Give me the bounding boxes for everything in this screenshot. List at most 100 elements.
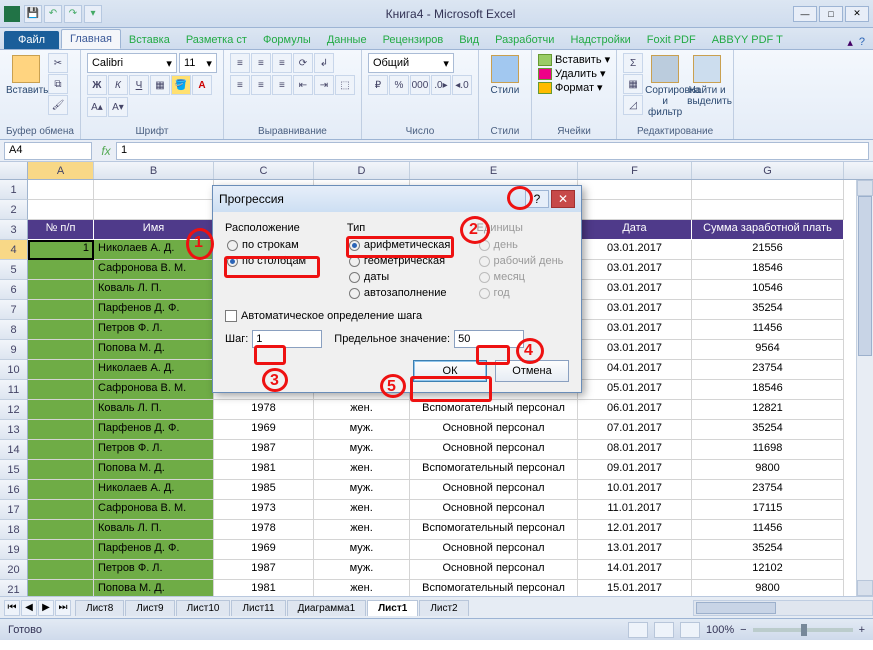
tab-foxit pdf[interactable]: Foxit PDF (639, 31, 704, 49)
cell[interactable]: 13.01.2017 (578, 540, 692, 560)
cell[interactable]: жен. (314, 580, 410, 596)
cell[interactable]: муж. (314, 560, 410, 580)
orientation-icon[interactable]: ⟳ (293, 53, 313, 73)
ribbon-minimize-icon[interactable]: ▴ (847, 36, 853, 49)
cell[interactable]: жен. (314, 400, 410, 420)
cell[interactable] (28, 520, 94, 540)
tab-file[interactable]: Файл (4, 31, 59, 49)
cell[interactable]: Николаев А. Д. (94, 480, 214, 500)
sheet-nav-next-icon[interactable]: ▶ (38, 600, 54, 616)
scroll-up-icon[interactable] (857, 180, 873, 196)
format-cells-button[interactable]: Формат▾ (538, 81, 610, 94)
cell[interactable]: 9800 (692, 580, 844, 596)
cell[interactable]: жен. (314, 500, 410, 520)
cell[interactable]: 11456 (692, 520, 844, 540)
cell[interactable] (28, 300, 94, 320)
scroll-thumb[interactable] (858, 196, 872, 356)
format-painter-icon[interactable]: 🖌 (48, 95, 68, 115)
col-header[interactable]: F (578, 162, 692, 179)
tab-вид[interactable]: Вид (451, 31, 487, 49)
qat-dropdown-icon[interactable]: ▾ (84, 5, 102, 23)
cell[interactable]: Основной персонал (410, 420, 578, 440)
cell[interactable]: Попова М. Д. (94, 340, 214, 360)
wrap-text-icon[interactable]: ↲ (314, 53, 334, 73)
name-box[interactable]: A4 (4, 142, 92, 160)
cell[interactable]: 1987 (214, 440, 314, 460)
underline-button[interactable]: Ч (129, 75, 149, 95)
cell[interactable]: 1981 (214, 460, 314, 480)
sheet-tab[interactable]: Диаграмма1 (287, 600, 367, 616)
tab-формулы[interactable]: Формулы (255, 31, 319, 49)
row-header[interactable]: 10 (0, 360, 28, 380)
qat-redo-icon[interactable]: ↷ (64, 5, 82, 23)
cell[interactable]: Основной персонал (410, 480, 578, 500)
font-color-button[interactable]: A (192, 75, 212, 95)
cell[interactable]: 1969 (214, 420, 314, 440)
cell[interactable]: Попова М. Д. (94, 580, 214, 596)
cell[interactable]: Попова М. Д. (94, 460, 214, 480)
cell[interactable]: Основной персонал (410, 560, 578, 580)
cell[interactable]: 08.01.2017 (578, 440, 692, 460)
cell[interactable]: 1985 (214, 480, 314, 500)
row-header[interactable]: 14 (0, 440, 28, 460)
view-normal-icon[interactable] (628, 622, 648, 638)
radio-by-rows[interactable]: по строкам (225, 238, 331, 252)
cell[interactable] (28, 320, 94, 340)
border-button[interactable]: ▦ (150, 75, 170, 95)
sheet-tab[interactable]: Лист1 (367, 600, 418, 616)
row-header[interactable]: 6 (0, 280, 28, 300)
cell[interactable]: 03.01.2017 (578, 340, 692, 360)
cell[interactable]: 18546 (692, 260, 844, 280)
cell[interactable]: 23754 (692, 480, 844, 500)
cell[interactable]: 03.01.2017 (578, 280, 692, 300)
cell[interactable]: 07.01.2017 (578, 420, 692, 440)
cell[interactable] (28, 500, 94, 520)
align-right-icon[interactable]: ≡ (272, 75, 292, 95)
cell[interactable]: 12.01.2017 (578, 520, 692, 540)
cell[interactable] (28, 480, 94, 500)
zoom-out-icon[interactable]: − (740, 624, 746, 636)
sort-filter-button[interactable]: Сортировка и фильтр (645, 53, 685, 118)
tab-abbyy pdf t[interactable]: ABBYY PDF T (704, 31, 791, 49)
cell[interactable]: 12102 (692, 560, 844, 580)
styles-button[interactable]: Стили (485, 53, 525, 96)
row-header[interactable]: 7 (0, 300, 28, 320)
cell[interactable] (28, 400, 94, 420)
row-header[interactable]: 5 (0, 260, 28, 280)
cell[interactable]: Основной персонал (410, 440, 578, 460)
cell[interactable] (28, 440, 94, 460)
cell[interactable] (28, 360, 94, 380)
bold-button[interactable]: Ж (87, 75, 107, 95)
cell[interactable]: 1987 (214, 560, 314, 580)
cell[interactable]: Основной персонал (410, 540, 578, 560)
cell[interactable]: 06.01.2017 (578, 400, 692, 420)
currency-icon[interactable]: ₽ (368, 75, 388, 95)
sheet-tab[interactable]: Лист9 (125, 600, 174, 616)
align-bot-icon[interactable]: ≡ (272, 53, 292, 73)
cell[interactable]: Парфенов Д. Ф. (94, 300, 214, 320)
cell[interactable]: муж. (314, 540, 410, 560)
cell[interactable]: жен. (314, 460, 410, 480)
row-header[interactable]: 17 (0, 500, 28, 520)
cell[interactable]: 23754 (692, 360, 844, 380)
cell[interactable]: жен. (314, 520, 410, 540)
cell[interactable]: 05.01.2017 (578, 380, 692, 400)
row-header[interactable]: 11 (0, 380, 28, 400)
cell[interactable]: 09.01.2017 (578, 460, 692, 480)
indent-inc-icon[interactable]: ⇥ (314, 75, 334, 95)
radio-arithmetic[interactable]: арифметическая (347, 238, 461, 252)
cell[interactable]: Петров Ф. Л. (94, 560, 214, 580)
sheet-nav-last-icon[interactable]: ⏭ (55, 600, 71, 616)
cell[interactable]: 11.01.2017 (578, 500, 692, 520)
cell[interactable] (28, 540, 94, 560)
col-header[interactable]: B (94, 162, 214, 179)
row-header[interactable]: 4 (0, 240, 28, 260)
cell[interactable]: 1969 (214, 540, 314, 560)
row-header[interactable]: 13 (0, 420, 28, 440)
dialog-help-icon[interactable]: ? (525, 190, 549, 208)
cell[interactable]: 14.01.2017 (578, 560, 692, 580)
cell[interactable]: 04.01.2017 (578, 360, 692, 380)
cell[interactable]: Вспомогательный персонал (410, 460, 578, 480)
tab-разработчи[interactable]: Разработчи (487, 31, 562, 49)
row-header[interactable]: 8 (0, 320, 28, 340)
